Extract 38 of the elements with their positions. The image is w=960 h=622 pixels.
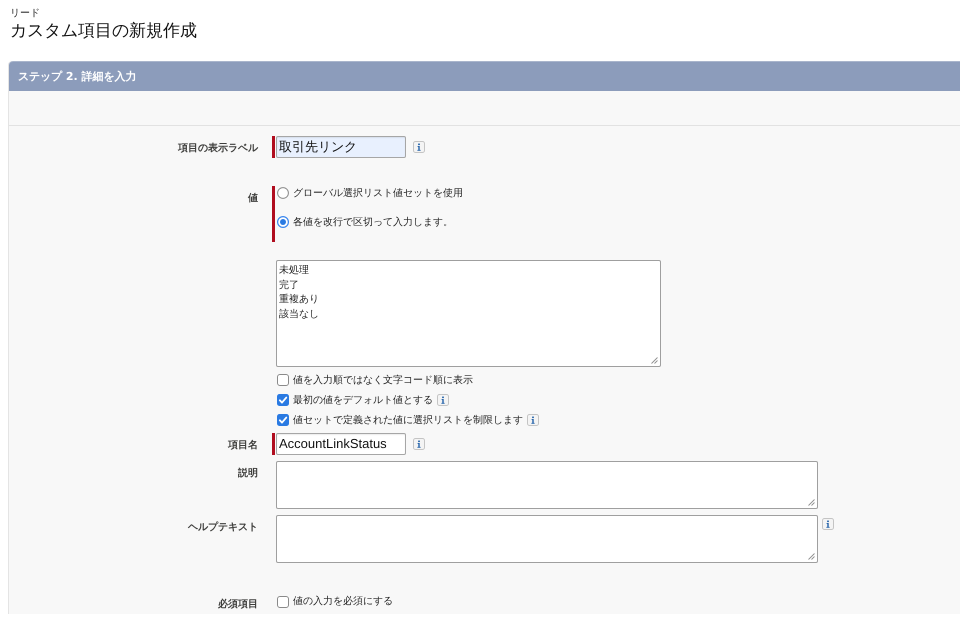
info-icon[interactable] bbox=[527, 414, 539, 426]
step-title: ステップ 2. 詳細を入力 bbox=[18, 70, 136, 84]
field-label: 必須項目 bbox=[218, 599, 258, 610]
resize-grip-icon[interactable] bbox=[651, 357, 658, 364]
checkbox-label[interactable]: 値セットで定義された値に選択リストを制限します bbox=[293, 414, 523, 426]
picklist-value: 完了 bbox=[279, 278, 299, 292]
checkbox-label[interactable]: 値の入力を必須にする bbox=[293, 595, 393, 608]
checkbox-label[interactable]: 最初の値をデフォルト値とする bbox=[293, 394, 433, 406]
checkbox[interactable] bbox=[277, 596, 289, 608]
info-icon[interactable] bbox=[437, 394, 449, 406]
radio-label[interactable]: グローバル選択リスト値セットを使用 bbox=[293, 186, 463, 200]
breadcrumb[interactable]: リード bbox=[10, 8, 40, 20]
resize-grip-icon[interactable] bbox=[808, 499, 815, 506]
info-icon[interactable] bbox=[822, 518, 834, 530]
textarea-field[interactable] bbox=[276, 515, 818, 563]
checkbox[interactable] bbox=[277, 374, 289, 386]
picklist-value: 重複あり bbox=[279, 293, 319, 307]
resize-grip-icon[interactable] bbox=[808, 553, 815, 560]
text-input[interactable]: AccountLinkStatus bbox=[276, 433, 406, 455]
checkbox[interactable] bbox=[277, 394, 289, 406]
field-label: 項目の表示ラベル bbox=[178, 143, 258, 154]
picklist-value: 該当なし bbox=[279, 308, 319, 322]
radio-button[interactable] bbox=[277, 216, 289, 228]
field-label: ヘルプテキスト bbox=[188, 522, 258, 533]
field-label: 項目名 bbox=[228, 440, 258, 451]
radio-label[interactable]: 各値を改行で区切って入力します。 bbox=[293, 216, 453, 228]
picklist-value: 未処理 bbox=[279, 264, 309, 278]
field-label: 説明 bbox=[238, 468, 258, 479]
textarea-field[interactable] bbox=[276, 461, 818, 509]
checkbox-label[interactable]: 値を入力順ではなく文字コード順に表示 bbox=[293, 374, 473, 386]
field-label: 値 bbox=[248, 193, 258, 204]
page-title: カスタム項目の新規作成 bbox=[10, 20, 197, 42]
radio-button[interactable] bbox=[277, 187, 289, 199]
info-icon[interactable] bbox=[413, 438, 425, 450]
values-textarea[interactable]: 未処理 完了 重複あり 該当なし bbox=[276, 260, 661, 367]
info-icon[interactable] bbox=[413, 141, 425, 153]
checkbox[interactable] bbox=[277, 414, 289, 426]
text-input[interactable]: 取引先リンク bbox=[276, 136, 406, 158]
